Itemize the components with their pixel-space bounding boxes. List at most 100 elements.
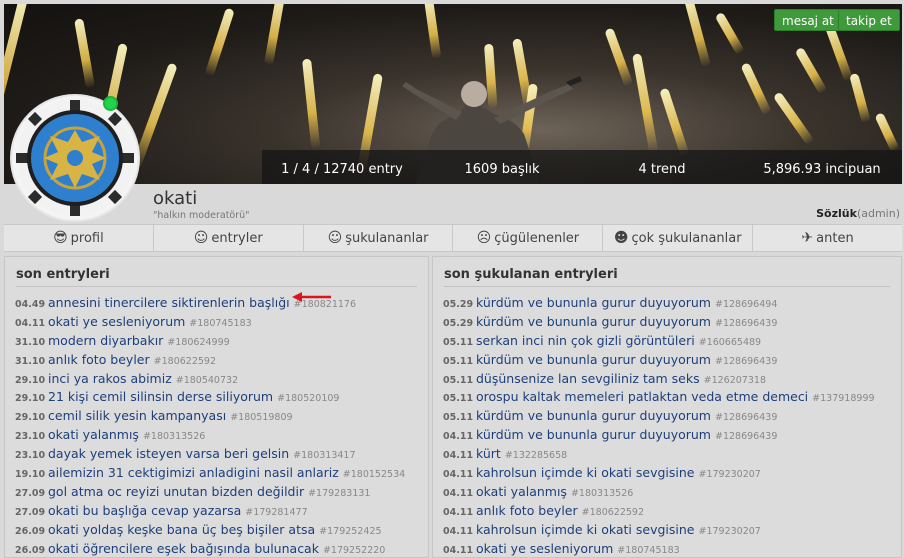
entry-title-link[interactable]: okati yoldaş keşke bana üç beş bişiler a…	[48, 522, 315, 537]
entry-id-link[interactable]: #180313417	[293, 450, 355, 461]
entry-id-link[interactable]: #179252220	[323, 545, 385, 556]
entry-title-link[interactable]: okati bu başlığa cevap yazarsa	[48, 503, 241, 518]
entry-title-link[interactable]: cemil silik yesin kampanyası	[48, 408, 226, 423]
entry-title-link[interactable]: okati öğrencilere eşek bağışında bulunac…	[48, 541, 319, 556]
list-item: 29.10 inci ya rakos abimiz #180540732	[5, 371, 428, 390]
entry-id-link[interactable]: #179252425	[319, 526, 381, 537]
entry-id-link[interactable]: #180520109	[277, 393, 339, 404]
entry-id-link[interactable]: #180540732	[176, 375, 238, 386]
list-item: 05.29 kürdüm ve bununla gurur duyuyorum #1…	[433, 314, 901, 333]
tab-label: çok şukulananlar	[631, 230, 742, 246]
entry-date: 04.11	[443, 469, 474, 481]
entry-title-link[interactable]: kürdüm ve bununla gurur duyuyorum	[476, 408, 711, 423]
tab-1[interactable]: ☺ entryler	[154, 225, 304, 251]
list-item: 04.11 okati ye sesleniyorum #180745183	[433, 541, 901, 557]
entry-id-link[interactable]: #180745183	[617, 545, 679, 556]
send-message-button[interactable]: mesaj at	[774, 9, 842, 31]
entry-id-link[interactable]: #180152534	[343, 469, 405, 480]
entry-id-link[interactable]: #128696439	[715, 431, 777, 442]
tab-0[interactable]: 😎 profil	[4, 225, 154, 251]
entry-id-link[interactable]: #179281477	[245, 507, 307, 518]
entry-title-link[interactable]: okati ye sesleniyorum	[476, 541, 613, 556]
stat-points[interactable]: 5,896.93 incipuan	[742, 162, 902, 177]
entry-title-link[interactable]: ailemizin 31 cektigimizi anladigini nasi…	[48, 465, 339, 480]
stat-topics[interactable]: 1609 başlık	[422, 162, 582, 177]
user-tagline: "halkın moderatörü"	[153, 210, 250, 221]
entry-id-link[interactable]: #128696439	[715, 412, 777, 423]
entry-title-link[interactable]: anlık foto beyler	[476, 503, 578, 518]
profile-tabs: 😎 profil ☺ entryler ☺ şukulananlar ☹ çügülenenl…	[4, 224, 902, 252]
entry-title-link[interactable]: inci ya rakos abimiz	[48, 371, 172, 386]
entry-date: 04.11	[443, 544, 474, 556]
entry-id-link[interactable]: #128696439	[715, 356, 777, 367]
follow-button[interactable]: takip et	[838, 9, 900, 31]
recent-liked-entries-heading: son şukulanan entryleri	[444, 267, 890, 287]
avatar[interactable]	[10, 94, 140, 222]
entry-id-link[interactable]: #137918999	[812, 393, 874, 404]
entry-id-link[interactable]: #126207318	[704, 375, 766, 386]
tab-label: çügülenenler	[494, 230, 580, 246]
recent-liked-entries-panel: son şukulanan entryleri 05.29 kürdüm ve b…	[432, 256, 902, 558]
entry-id-link[interactable]: #128696439	[715, 318, 777, 329]
stat-entries[interactable]: 1 / 4 / 12740 entry	[262, 162, 422, 177]
entry-date: 27.09	[15, 487, 46, 499]
stat-trends[interactable]: 4 trend	[582, 162, 742, 177]
entry-date: 29.10	[15, 393, 46, 405]
list-item: 04.11 okati yalanmış #180313526	[433, 484, 901, 503]
tab-label: anten	[816, 230, 854, 246]
entry-title-link[interactable]: okati yalanmış	[476, 484, 567, 499]
entry-id-link[interactable]: #180745183	[189, 318, 251, 329]
grin-icon: ☻	[613, 230, 629, 246]
entry-title-link[interactable]: anlık foto beyler	[48, 352, 150, 367]
entry-date: 04.11	[15, 317, 46, 329]
entry-id-link[interactable]: #180624999	[167, 337, 229, 348]
face-glasses-icon: 😎	[53, 230, 68, 246]
recent-entries-heading: son entryleri	[16, 267, 417, 287]
entry-title-link[interactable]: kürdüm ve bununla gurur duyuyorum	[476, 352, 711, 367]
list-item: 26.09 okati öğrencilere eşek bağışında bu…	[5, 541, 428, 557]
role-main[interactable]: Sözlük	[816, 207, 857, 220]
entry-date: 05.11	[443, 393, 474, 405]
entry-title-link[interactable]: kürt	[476, 446, 501, 461]
entry-id-link[interactable]: #179230207	[698, 526, 760, 537]
entry-id-link[interactable]: #180313526	[143, 431, 205, 442]
entry-id-link[interactable]: #180622592	[582, 507, 644, 518]
entry-title-link[interactable]: kahrolsun içimde ki okati sevgisine	[476, 465, 694, 480]
tab-3[interactable]: ☹ çügülenenler	[453, 225, 604, 251]
entry-id-link[interactable]: #160665489	[699, 337, 761, 348]
entry-title-link[interactable]: modern diyarbakır	[48, 333, 163, 348]
entry-title-link[interactable]: annesini tinercilere siktirenlerin başlı…	[48, 295, 290, 310]
entry-title-link[interactable]: dayak yemek isteyen varsa beri gelsin	[48, 446, 289, 461]
entry-title-link[interactable]: okati ye sesleniyorum	[48, 314, 185, 329]
entry-title-link[interactable]: kürdüm ve bununla gurur duyuyorum	[476, 295, 711, 310]
tab-2[interactable]: ☺ şukulananlar	[304, 225, 454, 251]
entry-title-link[interactable]: okati yalanmış	[48, 427, 139, 442]
entry-title-link[interactable]: orospu kaltak memeleri patlaktan veda et…	[476, 389, 808, 404]
entry-id-link[interactable]: #180622592	[154, 356, 216, 367]
entry-id-link[interactable]: #179283131	[308, 488, 370, 499]
entry-date: 23.10	[15, 450, 46, 462]
entry-title-link[interactable]: kahrolsun içimde ki okati sevgisine	[476, 522, 694, 537]
entry-title-link[interactable]: 21 kişi cemil silinsin derse siliyorum	[48, 389, 273, 404]
entry-id-link[interactable]: #180313526	[571, 488, 633, 499]
tab-label: entryler	[211, 230, 263, 246]
entry-id-link[interactable]: #179230207	[698, 469, 760, 480]
list-item: 04.11 kürdüm ve bununla gurur duyuyorum #1…	[433, 427, 901, 446]
entry-title-link[interactable]: gol atma oc reyizi unutan bizden değildi…	[48, 484, 304, 499]
list-item: 23.10 dayak yemek isteyen varsa beri gels…	[5, 446, 428, 465]
entry-id-link[interactable]: #128696494	[715, 299, 777, 310]
entry-date: 19.10	[15, 469, 46, 481]
entry-id-link[interactable]: #180519809	[230, 412, 292, 423]
list-item: 04.49 annesini tinercilere siktirenlerin …	[5, 295, 428, 314]
entry-date: 04.11	[443, 506, 474, 518]
tab-4[interactable]: ☻ çok şukulananlar	[603, 225, 754, 251]
entry-title-link[interactable]: kürdüm ve bununla gurur duyuyorum	[476, 427, 711, 442]
entry-title-link[interactable]: düşünsenize lan sevgiliniz tam seks	[476, 371, 700, 386]
username: okati	[153, 188, 198, 209]
entry-title-link[interactable]: serkan inci nin çok gizli görüntüleri	[476, 333, 695, 348]
list-item: 05.11 kürdüm ve bununla gurur duyuyorum #1…	[433, 408, 901, 427]
entry-id-link[interactable]: #132285658	[505, 450, 567, 461]
entry-title-link[interactable]: kürdüm ve bununla gurur duyuyorum	[476, 314, 711, 329]
list-item: 27.09 gol atma oc reyizi unutan bizden de…	[5, 484, 428, 503]
tab-5[interactable]: ✈ anten	[753, 225, 902, 251]
